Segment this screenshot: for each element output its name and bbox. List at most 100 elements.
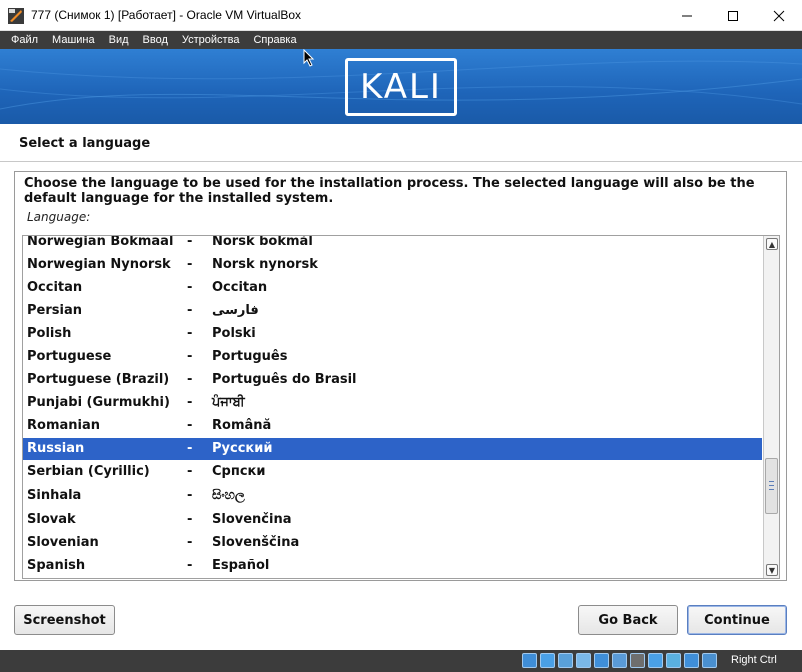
language-name: Russian [27,441,85,456]
mouse-cursor-icon [303,49,315,67]
status-bar: Right Ctrl [0,650,802,672]
language-native-name: Norsk bokmål [212,235,313,249]
language-label: Language: [27,210,91,224]
language-row[interactable]: Portuguese (Brazil) - Português do Brasil [23,369,762,391]
language-separator: - [187,418,193,433]
hdd-icon[interactable] [522,653,537,668]
maximize-button[interactable] [710,0,756,31]
language-separator: - [187,395,193,410]
language-row[interactable]: Sinhala - සිංහල [23,485,762,507]
window-title-bar[interactable]: 777 (Снимок 1) [Работает] - Oracle VM Vi… [0,0,802,31]
shared-folders-icon[interactable] [612,653,627,668]
scroll-thumb[interactable] [765,458,778,514]
menu-file[interactable]: Файл [4,31,45,49]
language-native-name: Português [212,349,288,364]
grip-line [769,489,774,490]
language-name: Romanian [27,418,100,433]
keyboard-icon[interactable] [702,653,717,668]
audio-icon[interactable] [558,653,573,668]
chevron-down-icon: ▼ [768,565,776,575]
language-row[interactable]: Slovenian - Slovenščina [23,532,762,554]
virtualbox-app-icon [8,8,24,24]
kali-logo: KALI [345,58,457,116]
language-row[interactable]: Punjabi (Gurmukhi) - ਪੰਜਾਬੀ [23,392,762,414]
language-separator: - [187,441,193,456]
language-name: Serbian (Cyrillic) [27,464,150,479]
cpu-icon[interactable] [666,653,681,668]
kali-banner: KALI [0,49,802,124]
language-row[interactable]: Norwegian Bokmaal - Norsk bokmål [23,235,762,253]
menu-machine[interactable]: Машина [45,31,102,49]
scroll-up-button[interactable]: ▲ [766,238,778,250]
language-name: Slovak [27,512,76,527]
scroll-down-button[interactable]: ▼ [766,564,778,576]
language-row[interactable]: Polish - Polski [23,323,762,345]
language-separator: - [187,372,193,387]
language-native-name: සිංහල [212,488,245,503]
language-name: Polish [27,326,72,341]
language-name: Portuguese [27,349,112,364]
language-row[interactable]: Spanish - Español [23,555,762,577]
guest-screen[interactable]: KALI Select a language Choose the langua… [0,49,802,650]
language-name: Occitan [27,280,83,295]
minimize-icon [682,15,692,16]
language-row[interactable]: Russian - Русский [23,438,762,460]
grip-line [769,481,774,482]
go-back-button[interactable]: Go Back [578,605,678,635]
language-name: Punjabi (Gurmukhi) [27,395,170,410]
language-native-name: Norsk nynorsk [212,257,318,272]
continue-button[interactable]: Continue [687,605,787,635]
language-row[interactable]: Persian - فارسی [23,300,762,322]
video-capture-icon[interactable] [648,653,663,668]
language-name: Slovenian [27,535,99,550]
mouse-integration-icon[interactable] [684,653,699,668]
menu-input[interactable]: Ввод [136,31,175,49]
chevron-up-icon: ▲ [768,239,776,249]
window-title: 777 (Снимок 1) [Работает] - Oracle VM Vi… [31,8,302,22]
language-list[interactable]: Spanish - Español Slovenian - Slovenščina Slov… [22,235,780,579]
language-native-name: Occitan [212,280,268,295]
instructions-text: Choose the language to be used for the i… [24,176,755,206]
language-separator: - [187,326,193,341]
language-native-name: فارسی [212,303,259,318]
close-icon [773,10,785,21]
language-row[interactable]: Serbian (Cyrillic) - Српски [23,461,762,483]
language-row[interactable]: Romanian - Română [23,415,762,437]
language-native-name: Русский [212,441,273,456]
language-separator: - [187,488,193,503]
language-separator: - [187,235,193,249]
language-native-name: Română [212,418,272,433]
language-native-name: Português do Brasil [212,372,357,387]
grip-line [769,485,774,486]
language-row[interactable]: Occitan - Occitan [23,277,762,299]
host-key-label: Right Ctrl [731,654,777,666]
language-name: Sinhala [27,488,82,503]
language-native-name: Español [212,558,270,573]
language-separator: - [187,257,193,272]
language-native-name: Polski [212,326,256,341]
minimize-button[interactable] [664,0,710,31]
close-button[interactable] [756,0,802,31]
language-separator: - [187,558,193,573]
menu-devices[interactable]: Устройства [175,31,247,49]
language-native-name: Slovenčina [212,512,292,527]
language-separator: - [187,280,193,295]
display-icon[interactable] [630,653,645,668]
menu-help[interactable]: Справка [246,31,303,49]
status-icons [522,653,717,668]
language-name: Portuguese (Brazil) [27,372,170,387]
language-name: Norwegian Nynorsk [27,257,171,272]
network-icon[interactable] [576,653,591,668]
language-row[interactable]: Slovak - Slovenčina [23,509,762,531]
usb-icon[interactable] [594,653,609,668]
language-separator: - [187,303,193,318]
language-separator: - [187,512,193,527]
screenshot-button[interactable]: Screenshot [14,605,115,635]
language-separator: - [187,349,193,364]
language-row[interactable]: Norwegian Nynorsk - Norsk nynorsk [23,254,762,276]
list-scrollbar[interactable]: ▲ ▼ [763,236,779,578]
language-row[interactable]: Portuguese - Português [23,346,762,368]
optical-disc-icon[interactable] [540,653,555,668]
language-name: Spanish [27,558,86,573]
menu-view[interactable]: Вид [102,31,136,49]
